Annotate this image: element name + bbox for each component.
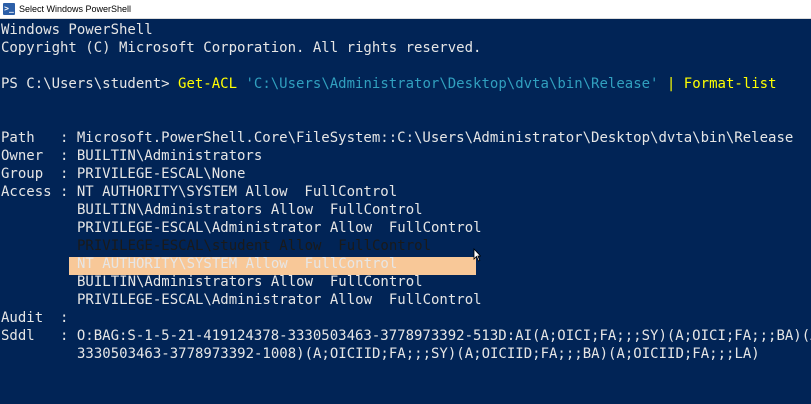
access-entry: PRIVILEGE-ESCAL\Administrator Allow Full… bbox=[77, 220, 482, 236]
access-entry: PRIVILEGE-ESCAL\Administrator Allow Full… bbox=[77, 292, 482, 308]
output-group-line: Group : PRIVILEGE-ESCAL\None bbox=[1, 166, 246, 182]
access-entry: BUILTIN\Administrators Allow FullControl bbox=[77, 202, 423, 218]
cmdlet-format-list: Format-list bbox=[683, 76, 777, 92]
pipe-symbol: | bbox=[666, 76, 676, 92]
title-bar[interactable]: >_ Select Windows PowerShell bbox=[0, 0, 811, 19]
access-entry: BUILTIN\Administrators Allow FullControl bbox=[77, 274, 423, 290]
window-title: Select Windows PowerShell bbox=[19, 4, 132, 14]
output-sddl-line: Sddl : O:BAG:S-1-5-21-419124378-33305034… bbox=[1, 328, 811, 344]
output-path-line: Path : Microsoft.PowerShell.Core\FileSys… bbox=[1, 130, 794, 146]
command-line: PS C:\Users\student> Get-ACL 'C:\Users\A… bbox=[1, 75, 777, 93]
powershell-window: >_ Select Windows PowerShell Windows Pow… bbox=[0, 0, 811, 404]
output-audit-line: Audit : bbox=[1, 310, 69, 326]
copyright-line: Copyright (C) Microsoft Corporation. All… bbox=[1, 40, 482, 56]
output-owner-line: Owner : BUILTIN\Administrators bbox=[1, 148, 263, 164]
cmdlet-get-acl: Get-ACL bbox=[178, 76, 238, 92]
mouse-cursor-icon bbox=[473, 247, 482, 262]
powershell-icon: >_ bbox=[3, 3, 15, 15]
output-access-line: Access : NT AUTHORITY\SYSTEM Allow FullC… bbox=[1, 184, 398, 200]
access-entry-selected: PRIVILEGE-ESCAL\student Allow FullContro… bbox=[77, 238, 432, 254]
console-output[interactable]: Windows PowerShell Copyright (C) Microso… bbox=[0, 19, 811, 404]
output-sddl-continuation: 3330503463-3778973392-1008)(A;OICIID;FA;… bbox=[77, 346, 760, 362]
command-path-argument: 'C:\Users\Administrator\Desktop\dvta\bin… bbox=[245, 76, 659, 92]
prompt-text: PS C:\Users\student> bbox=[1, 76, 179, 92]
access-entry: NT AUTHORITY\SYSTEM Allow FullControl bbox=[77, 256, 398, 272]
header-line: Windows PowerShell bbox=[1, 22, 153, 38]
